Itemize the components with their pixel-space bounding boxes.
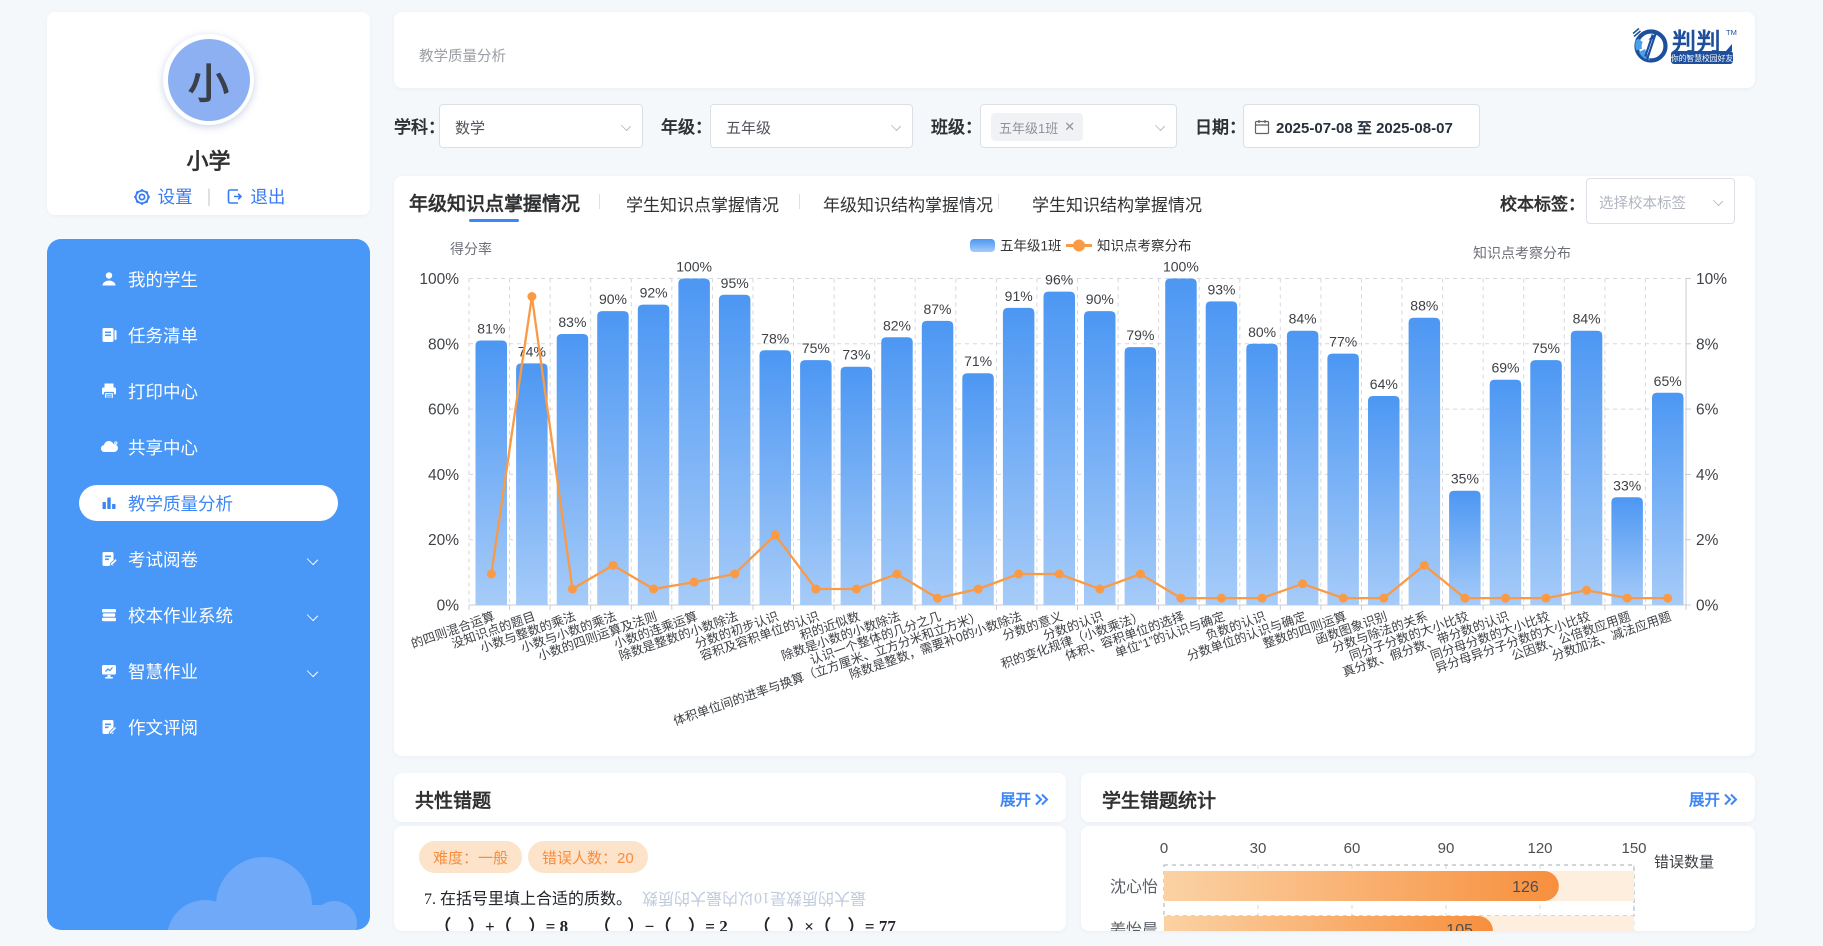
svg-text:知识点考察分布: 知识点考察分布 [1473,245,1571,261]
svg-text:0%: 0% [1696,598,1719,615]
svg-text:20%: 20% [428,532,459,549]
svg-text:沈心怡: 沈心怡 [1110,878,1158,896]
svg-text:65%: 65% [1654,373,1682,389]
svg-text:92%: 92% [640,285,668,301]
svg-text:0%: 0% [437,598,460,615]
svg-text:75%: 75% [802,340,830,356]
svg-text:95%: 95% [721,275,749,291]
svg-text:100%: 100% [676,259,712,275]
svg-text:80%: 80% [428,336,459,353]
svg-text:90%: 90% [1086,291,1114,307]
svg-text:33%: 33% [1613,477,1641,493]
svg-text:40%: 40% [428,467,459,484]
svg-text:120: 120 [1527,840,1552,857]
svg-text:79%: 79% [1126,327,1154,343]
svg-text:30: 30 [1250,840,1267,857]
svg-text:84%: 84% [1289,311,1317,327]
svg-text:83%: 83% [558,314,586,330]
svg-text:84%: 84% [1573,311,1601,327]
svg-text:82%: 82% [883,317,911,333]
svg-text:88%: 88% [1410,298,1438,314]
svg-text:96%: 96% [1045,272,1073,288]
svg-text:你的智慧校园好友: 你的智慧校园好友 [1671,53,1734,63]
svg-text:35%: 35% [1451,471,1479,487]
svg-text:8%: 8% [1696,336,1719,353]
svg-text:126: 126 [1512,879,1539,896]
svg-text:77%: 77% [1329,334,1357,350]
svg-text:2%: 2% [1696,532,1719,549]
svg-text:69%: 69% [1491,360,1519,376]
svg-text:90%: 90% [599,291,627,307]
svg-text:64%: 64% [1370,376,1398,392]
svg-text:75%: 75% [1532,340,1560,356]
svg-text:错误数量: 错误数量 [1654,854,1714,871]
svg-text:105: 105 [1446,922,1473,931]
svg-text:73%: 73% [842,347,870,363]
svg-text:87%: 87% [923,301,951,317]
svg-text:71%: 71% [964,353,992,369]
svg-text:6%: 6% [1696,402,1719,419]
svg-text:91%: 91% [1005,288,1033,304]
svg-text:90: 90 [1438,840,1455,857]
svg-text:81%: 81% [477,321,505,337]
svg-text:10%: 10% [1696,271,1727,288]
svg-text:4%: 4% [1696,467,1719,484]
svg-text:0: 0 [1160,840,1168,857]
svg-text:78%: 78% [761,330,789,346]
svg-text:100%: 100% [1163,259,1199,275]
svg-text:93%: 93% [1207,281,1235,297]
svg-text:80%: 80% [1248,324,1276,340]
svg-text:五年级1班: 五年级1班 [1000,239,1062,254]
svg-text:100%: 100% [419,271,459,288]
svg-text:60%: 60% [428,402,459,419]
svg-text:姜怡晨: 姜怡晨 [1110,921,1158,931]
svg-text:60: 60 [1344,840,1361,857]
svg-text:知识点考察分布: 知识点考察分布 [1097,238,1192,254]
svg-text:TM: TM [1726,28,1737,37]
svg-text:150: 150 [1621,840,1646,857]
svg-text:得分率: 得分率 [450,241,492,257]
